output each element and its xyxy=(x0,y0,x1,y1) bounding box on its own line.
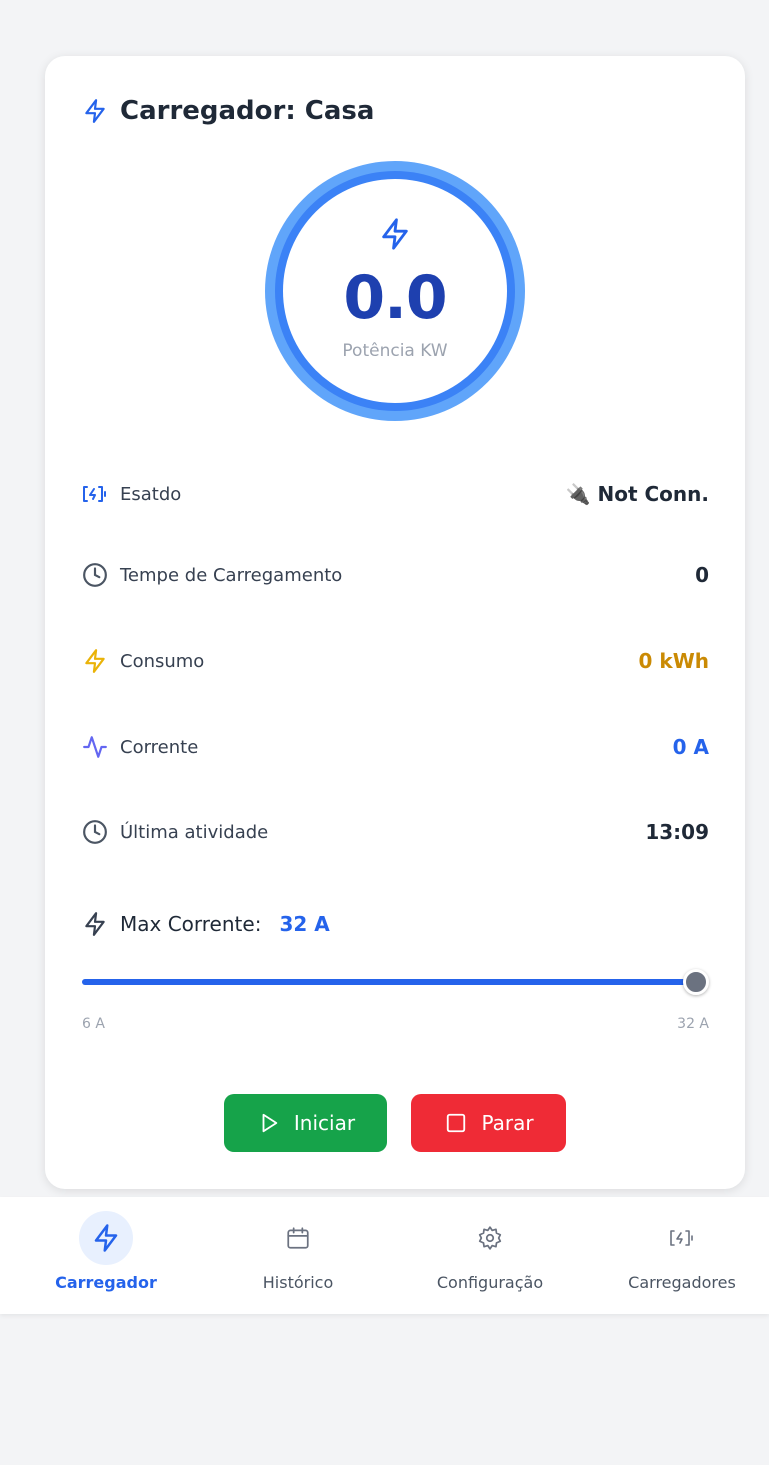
lightning-bolt-icon xyxy=(378,217,412,255)
slider-thumb[interactable] xyxy=(683,969,709,995)
card-header: Carregador: Casa xyxy=(82,96,374,126)
card-title: Carregador: Casa xyxy=(120,96,375,126)
nav-icon-wrap xyxy=(463,1211,517,1265)
consumption-row-left: Consumo xyxy=(82,648,204,674)
clock-icon xyxy=(82,562,108,588)
consumption-row: Consumo 0 kWh xyxy=(82,646,709,676)
lightning-bolt-icon xyxy=(94,1224,118,1252)
charging-station-icon xyxy=(670,1230,693,1246)
nav-icon-wrap xyxy=(79,1211,133,1265)
stop-button-label: Parar xyxy=(481,1111,534,1135)
last-activity-row-left: Última atividade xyxy=(82,819,268,845)
nav-icon-wrap xyxy=(271,1211,325,1265)
current-row-left: Corrente xyxy=(82,734,198,760)
activity-pulse-icon xyxy=(82,734,108,760)
nav-label: Histórico xyxy=(262,1273,334,1292)
charging-time-row-left: Tempe de Carregamento xyxy=(82,562,342,588)
start-button-label: Iniciar xyxy=(293,1111,356,1135)
nav-item-carregador[interactable]: Carregador xyxy=(10,1211,202,1301)
lightning-bolt-icon xyxy=(82,98,108,124)
nav-item-configuracao[interactable]: Configuração xyxy=(394,1211,586,1301)
current-value: 0 A xyxy=(672,735,709,759)
charging-time-label: Tempe de Carregamento xyxy=(120,564,343,586)
charging-time-value: 0 xyxy=(695,563,709,587)
current-row: Corrente 0 A xyxy=(82,732,709,762)
nav-item-historico[interactable]: Histórico xyxy=(202,1211,394,1301)
max-current-header: Max Corrente: 32 A xyxy=(82,911,330,937)
gauge-center: 0.0 Potência KW xyxy=(283,179,507,403)
status-row-left: Esatdo xyxy=(82,481,181,507)
max-current-label: Max Corrente: xyxy=(120,912,262,936)
power-gauge: 0.0 Potência KW xyxy=(265,161,525,421)
charger-card: Carregador: Casa 0.0 Potência KW Esatdo … xyxy=(45,56,745,1189)
gear-icon xyxy=(478,1226,502,1250)
last-activity-label: Última atividade xyxy=(120,821,269,843)
stop-button[interactable]: Parar xyxy=(411,1094,566,1152)
clock-icon xyxy=(82,819,108,845)
lightning-bolt-icon xyxy=(82,911,108,937)
nav-item-carregadores[interactable]: Carregadores xyxy=(586,1211,769,1301)
nav-icon-wrap xyxy=(655,1211,709,1265)
max-current-value: 32 A xyxy=(279,912,330,936)
last-activity-row: Última atividade 13:09 xyxy=(82,817,709,847)
max-current-slider[interactable] xyxy=(82,969,709,995)
consumption-label: Consumo xyxy=(120,650,205,672)
charging-time-row: Tempe de Carregamento 0 xyxy=(82,560,709,590)
power-value: 0.0 xyxy=(343,263,447,333)
app-page: Carregador: Casa 0.0 Potência KW Esatdo … xyxy=(0,0,769,1465)
nav-label: Carregadores xyxy=(628,1273,736,1292)
power-label: Potência KW xyxy=(342,341,448,361)
nav-label: Configuração xyxy=(436,1273,544,1292)
bottom-nav: Carregador Histórico Configuração Carreg… xyxy=(0,1197,769,1314)
last-activity-value: 13:09 xyxy=(645,820,709,844)
status-label: Esatdo xyxy=(120,483,182,505)
play-icon xyxy=(256,1110,282,1136)
stop-icon xyxy=(443,1110,469,1136)
start-button[interactable]: Iniciar xyxy=(224,1094,387,1152)
status-row: Esatdo 🔌 Not Conn. xyxy=(82,479,709,509)
consumption-value: 0 kWh xyxy=(638,649,709,673)
current-label: Corrente xyxy=(120,736,199,758)
slider-fill xyxy=(82,979,696,985)
charging-station-icon xyxy=(82,481,108,507)
slider-max-label: 32 A xyxy=(677,1016,709,1032)
lightning-bolt-icon xyxy=(82,648,108,674)
calendar-icon xyxy=(287,1227,309,1249)
status-value: 🔌 Not Conn. xyxy=(565,482,709,506)
gauge-ring: 0.0 Potência KW xyxy=(275,171,515,411)
nav-label: Carregador xyxy=(55,1273,157,1292)
slider-min-label: 6 A xyxy=(82,1016,105,1032)
